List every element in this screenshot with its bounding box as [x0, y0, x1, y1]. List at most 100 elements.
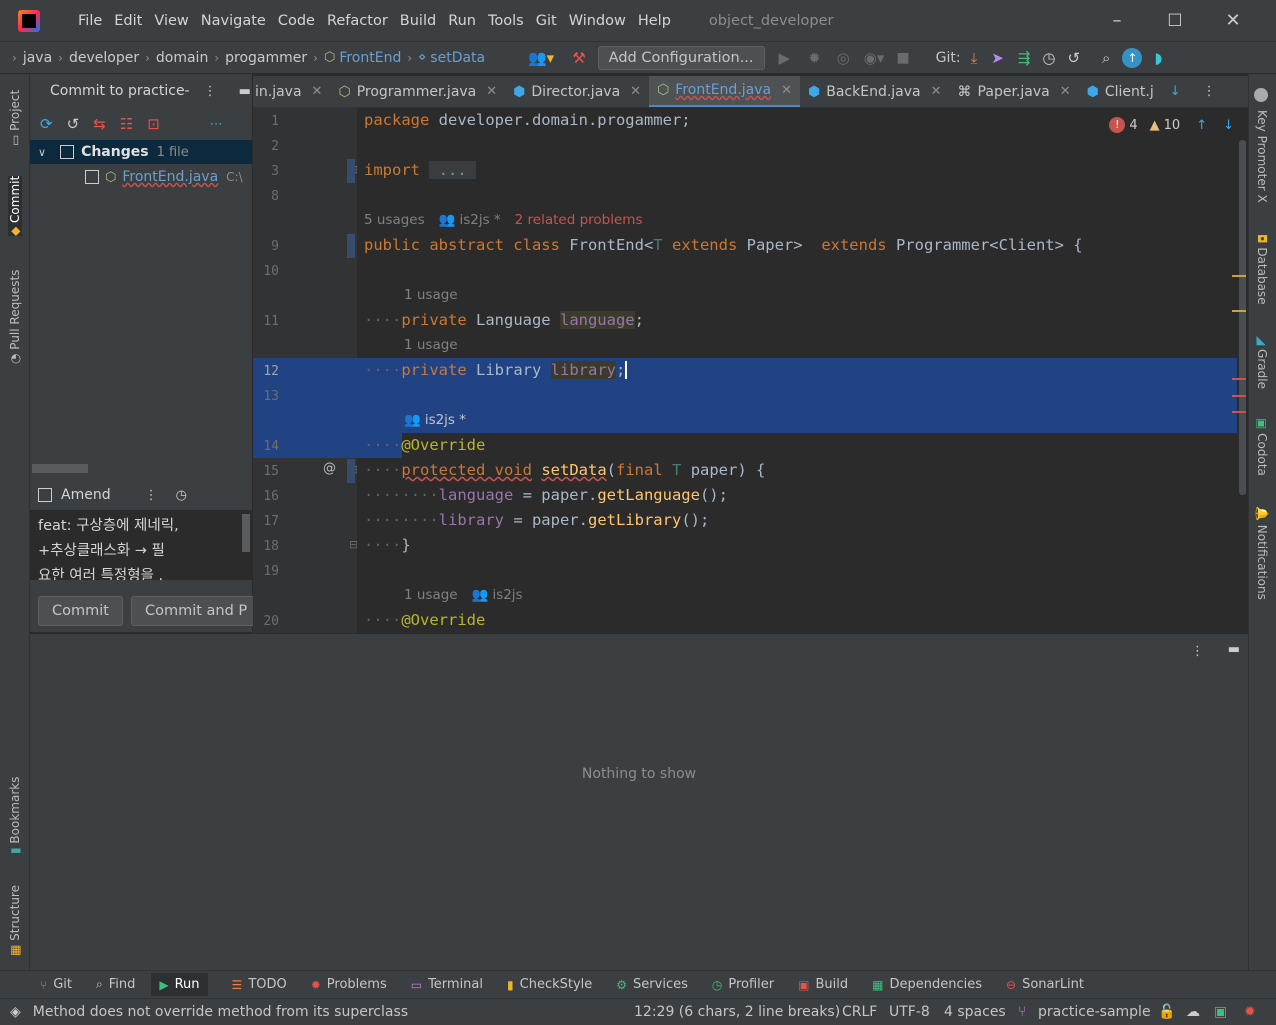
- tool-profiler[interactable]: ◷ Profiler: [712, 977, 774, 992]
- git-branch[interactable]: practice-sample: [1038, 1004, 1151, 1020]
- tool-tab-commit[interactable]: ◆ Commit: [8, 175, 22, 236]
- tool-services[interactable]: ⚙ Services: [616, 977, 688, 992]
- breadcrumb-domain[interactable]: domain: [156, 50, 208, 66]
- author-hint-row[interactable]: 👥 is2js *: [404, 412, 466, 428]
- git-update-icon[interactable]: ⤓: [971, 49, 978, 67]
- menu-git[interactable]: Git: [536, 13, 557, 29]
- close-icon[interactable]: ✕: [1204, 10, 1262, 31]
- menu-view[interactable]: View: [154, 13, 188, 29]
- diff-icon[interactable]: ⇆: [93, 115, 106, 133]
- amend-options-icon[interactable]: ⋮: [145, 488, 158, 503]
- horizontal-scrollbar[interactable]: [32, 464, 88, 473]
- indent-setting[interactable]: 4 spaces: [944, 1004, 1006, 1020]
- usage-hint[interactable]: 1 usage 👥 is2js: [404, 587, 523, 603]
- history-icon[interactable]: ◷: [1042, 49, 1055, 67]
- tool-tab-structure[interactable]: ▦ Structure: [8, 885, 22, 956]
- commit-button[interactable]: Commit: [38, 596, 123, 626]
- tool-tab-pull-requests[interactable]: ◔ Pull Requests: [8, 270, 22, 364]
- changed-file[interactable]: ⬡ FrontEnd.java C:\: [30, 164, 252, 190]
- cloud-icon[interactable]: ☁: [1186, 1004, 1200, 1020]
- tab-paper[interactable]: ⌘ Paper.java ✕: [950, 76, 1079, 107]
- menu-tools[interactable]: Tools: [488, 13, 524, 29]
- tool-dependencies[interactable]: ▦ Dependencies: [872, 977, 982, 992]
- panel-hide-icon[interactable]: ▬: [1228, 642, 1240, 657]
- tool-run[interactable]: ▶ Run: [151, 973, 208, 996]
- editor-scrollbar[interactable]: [1239, 140, 1246, 495]
- breadcrumb-java[interactable]: java: [23, 50, 52, 66]
- history-clock-icon[interactable]: ◷: [176, 488, 187, 503]
- tab-list-down-icon[interactable]: ↓: [1170, 84, 1181, 99]
- tool-git[interactable]: ⑂ Git: [40, 977, 72, 992]
- menu-help[interactable]: Help: [638, 13, 671, 29]
- more-icon[interactable]: [1254, 88, 1268, 102]
- tab-frontend[interactable]: ⬡ FrontEnd.java ✕: [649, 76, 801, 107]
- close-tab-icon[interactable]: ✕: [312, 84, 323, 99]
- close-tab-icon[interactable]: ✕: [486, 84, 497, 99]
- chevron-down-icon[interactable]: ∨: [38, 146, 46, 159]
- git-push-icon[interactable]: ➤: [991, 49, 1004, 67]
- close-tab-icon[interactable]: ✕: [630, 84, 641, 99]
- tool-find[interactable]: ⌕ Find: [96, 977, 135, 992]
- tool-build[interactable]: ▣ Build: [798, 977, 848, 992]
- usage-hint[interactable]: 1 usage: [404, 337, 458, 353]
- tool-tab-database[interactable]: ◘ Database: [1255, 234, 1269, 305]
- options-icon[interactable]: ⋮: [204, 84, 217, 99]
- previous-highlight-icon[interactable]: ↑: [1196, 118, 1207, 133]
- menu-navigate[interactable]: Navigate: [201, 13, 266, 29]
- tool-tab-gradle[interactable]: ◢ Gradle: [1255, 336, 1269, 389]
- layers-icon[interactable]: ◈: [10, 1004, 21, 1020]
- breadcrumb-developer[interactable]: developer: [69, 50, 139, 66]
- hammer-icon[interactable]: ⚒: [572, 49, 585, 67]
- breadcrumb-method[interactable]: setData: [430, 50, 485, 66]
- update-icon[interactable]: ↑: [1122, 48, 1143, 68]
- changes-group[interactable]: ∨ Changes 1 file: [30, 140, 252, 164]
- codota-status-icon[interactable]: ▣: [1214, 1004, 1227, 1020]
- bug-icon[interactable]: ✹: [1244, 1004, 1256, 1020]
- lock-icon[interactable]: 🔓: [1158, 1004, 1175, 1020]
- tool-terminal[interactable]: ▭ Terminal: [411, 977, 483, 992]
- amend-checkbox[interactable]: [38, 488, 52, 502]
- file-checkbox[interactable]: [85, 170, 99, 184]
- tab-programmer[interactable]: ⬡ Programmer.java ✕: [330, 76, 505, 107]
- tool-sonarlint[interactable]: ⊖ SonarLint: [1006, 977, 1084, 992]
- group-icon[interactable]: ☷: [120, 115, 133, 133]
- coverage-icon[interactable]: ◎: [837, 49, 850, 67]
- changes-checkbox[interactable]: [60, 145, 75, 159]
- more-actions-icon[interactable]: ⋯: [210, 117, 223, 132]
- tab-backend[interactable]: ⬢ BackEnd.java ✕: [800, 76, 950, 107]
- usage-hint[interactable]: 1 usage: [404, 287, 458, 303]
- caret-position[interactable]: 12:29 (6 chars, 2 line breaks): [634, 1004, 840, 1020]
- file-encoding[interactable]: UTF-8: [889, 1004, 930, 1020]
- menu-window[interactable]: Window: [569, 13, 626, 29]
- refresh-icon[interactable]: ⟳: [40, 115, 53, 133]
- minimize-icon[interactable]: –: [1088, 10, 1146, 31]
- stop-icon[interactable]: ■: [896, 50, 909, 66]
- line-separator[interactable]: CRLF: [842, 1004, 877, 1020]
- close-tab-icon[interactable]: ✕: [781, 83, 792, 98]
- run-icon[interactable]: ▶: [779, 49, 791, 67]
- tool-tab-project[interactable]: ▭ Project: [8, 90, 22, 146]
- commit-message-field[interactable]: feat: 구상층에 제네릭, +추상클래스화 → 필 요한 여러 특정형을 .: [30, 510, 252, 580]
- menu-code[interactable]: Code: [278, 13, 315, 29]
- git-pull-icon[interactable]: ⇶: [1018, 49, 1031, 67]
- commit-and-push-button[interactable]: Commit and P: [130, 596, 262, 626]
- plugin-icon[interactable]: ◗: [1154, 49, 1162, 67]
- problems-hint[interactable]: 2 related problems: [515, 212, 643, 228]
- menu-build[interactable]: Build: [400, 13, 436, 29]
- profile-icon[interactable]: ◉▾: [864, 49, 885, 67]
- tool-problems[interactable]: ✹ Problems: [311, 977, 387, 992]
- menu-edit[interactable]: Edit: [114, 13, 142, 29]
- next-highlight-icon[interactable]: ↓: [1223, 118, 1234, 133]
- rollback-changes-icon[interactable]: ↺: [67, 115, 80, 133]
- tool-tab-key-promoter[interactable]: Key Promoter X: [1255, 110, 1269, 203]
- maximize-icon[interactable]: ☐: [1146, 11, 1204, 31]
- debug-icon[interactable]: ✹: [808, 49, 821, 67]
- tab-main[interactable]: in.java ✕: [253, 76, 330, 107]
- tab-client[interactable]: ⬢ Client.j: [1079, 76, 1162, 107]
- message-scrollbar[interactable]: [242, 514, 250, 552]
- code-editor[interactable]: package developer.domain.progammer; impo…: [357, 108, 1248, 633]
- users-icon[interactable]: 👥▾: [528, 49, 554, 67]
- tab-director[interactable]: ⬢ Director.java ✕: [505, 76, 649, 107]
- inspection-widget[interactable]: ! 4 ▲ 10 ↑ ↓: [1109, 117, 1234, 133]
- usage-hint[interactable]: 5 usages 👥 is2js * 2 related problems: [364, 212, 643, 228]
